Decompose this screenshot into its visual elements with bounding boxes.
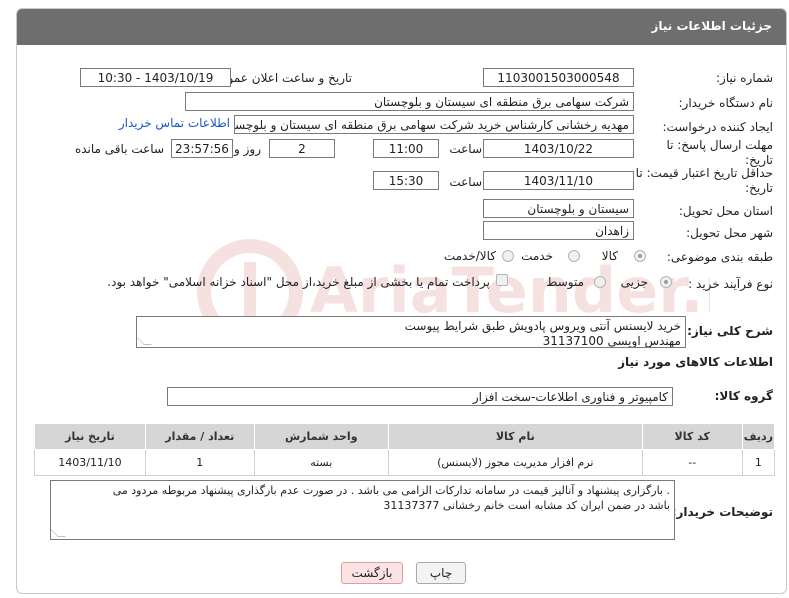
- col-need-date: تاریخ نیاز: [34, 423, 146, 450]
- cell-row-number: 1: [741, 449, 776, 476]
- buyer-notes-line-2: باشد در ضمن ایران کد مشابه است خانم رخشا…: [383, 499, 670, 512]
- cell-item-name: نرم افزار مدیریت مجوز (لایسنس): [387, 449, 643, 476]
- need-number-field: 1103001503000548: [483, 68, 634, 87]
- validity-time-field: 15:30: [373, 171, 439, 190]
- validity-label: حداقل تاریخ اعتبار قیمت: تا تاریخ:: [635, 166, 773, 195]
- cell-quantity: 1: [144, 449, 255, 476]
- process-radio-medium[interactable]: [594, 276, 606, 288]
- general-desc-line-2: مهندس اویسی 31137100: [542, 334, 681, 348]
- days-label: روز و: [234, 142, 261, 156]
- process-radio-minor[interactable]: [660, 276, 672, 288]
- resize-grip-icon[interactable]: [51, 529, 66, 537]
- reply-date-field: 1403/10/22: [483, 139, 634, 158]
- buyer-notes-label: توضیحات خریدار:: [671, 505, 773, 519]
- remaining-time-field: 23:57:56: [171, 139, 233, 158]
- buyer-notes-line-1: . بارگزاری پیشنهاد و آنالیز قیمت در ساما…: [112, 484, 670, 497]
- category-option-goods: کالا: [601, 249, 618, 263]
- general-desc-textarea[interactable]: خرید لایسنس آنتی ویروس پادویش طبق شرایط …: [136, 316, 686, 348]
- col-item-name: نام کالا: [387, 423, 643, 450]
- process-option-minor: جزیی: [620, 275, 648, 289]
- cell-item-code: --: [641, 449, 743, 476]
- reply-deadline-label: مهلت ارسال پاسخ: تا تاریخ:: [666, 138, 773, 167]
- announce-field: 1403/10/19 - 10:30: [80, 68, 231, 87]
- col-quantity: تعداد / مقدار: [144, 423, 255, 450]
- buyer-contact-link[interactable]: اطلاعات تماس خریدار: [119, 116, 230, 130]
- days-field: 2: [269, 139, 335, 158]
- col-row-number: ردیف: [741, 423, 776, 450]
- buyer-org-label: نام دستگاه خریدار:: [678, 96, 774, 110]
- city-label: شهر محل تحویل:: [686, 226, 773, 240]
- reply-time-label: ساعت: [449, 142, 482, 156]
- reply-time-field: 11:00: [373, 139, 439, 158]
- general-desc-line-1: خرید لایسنس آنتی ویروس پادویش طبق شرایط …: [404, 319, 681, 333]
- cell-need-date: 1403/11/10: [34, 449, 146, 476]
- table-row[interactable]: 1 -- نرم افزار مدیریت مجوز (لایسنس) بسته…: [34, 449, 776, 476]
- goods-group-field: کامپیوتر و فناوری اطلاعات-سخت افزار: [167, 387, 673, 406]
- process-option-medium: متوسط: [546, 275, 584, 289]
- remaining-label: ساعت باقی مانده: [74, 142, 164, 156]
- category-option-service: خدمت: [521, 249, 553, 263]
- buyer-notes-textarea[interactable]: . بارگزاری پیشنهاد و آنالیز قیمت در ساما…: [50, 480, 675, 540]
- goods-info-title: اطلاعات کالاهای مورد نیاز: [618, 355, 773, 369]
- goods-group-label: گروه کالا:: [714, 389, 773, 403]
- general-desc-label: شرح کلی نیاز:: [687, 324, 773, 338]
- category-radio-goods-service[interactable]: [502, 250, 514, 262]
- city-field: زاهدان: [483, 221, 634, 240]
- table-header-row: ردیف کد کالا نام کالا واحد شمارش تعداد /…: [34, 423, 776, 450]
- need-number-label: شماره نیاز:: [716, 71, 773, 85]
- province-field: سیستان و بلوچستان: [483, 199, 634, 218]
- col-unit: واحد شمارش: [253, 423, 389, 450]
- goods-table: ردیف کد کالا نام کالا واحد شمارش تعداد /…: [34, 423, 776, 476]
- treasury-checkbox[interactable]: [496, 274, 508, 286]
- province-label: استان محل تحویل:: [678, 204, 773, 218]
- category-radio-service[interactable]: [568, 250, 580, 262]
- back-button[interactable]: بازگشت: [341, 562, 403, 584]
- validity-time-label: ساعت: [449, 175, 482, 189]
- creator-label: ایجاد کننده درخواست:: [662, 120, 773, 134]
- panel-header: جزئیات اطلاعات نیاز: [17, 9, 786, 45]
- category-option-goods-service: کالا/خدمت: [443, 249, 496, 263]
- col-item-code: کد کالا: [641, 423, 743, 450]
- category-radio-goods[interactable]: [634, 250, 646, 262]
- treasury-text: پرداخت تمام یا بخشی از مبلغ خرید،از محل …: [107, 275, 490, 289]
- print-button[interactable]: چاپ: [416, 562, 466, 584]
- validity-date-field: 1403/11/10: [483, 171, 634, 190]
- panel-title: جزئیات اطلاعات نیاز: [651, 19, 772, 33]
- category-label: طبقه بندی موضوعی:: [666, 250, 773, 264]
- process-label: نوع فرآیند خرید :: [688, 277, 773, 291]
- cell-unit: بسته: [253, 449, 389, 476]
- buyer-org-field: شرکت سهامی برق منطقه ای سیستان و بلوچستا…: [185, 92, 634, 111]
- creator-field: مهدیه رخشانی کارشناس خرید شرکت سهامی برق…: [234, 115, 634, 134]
